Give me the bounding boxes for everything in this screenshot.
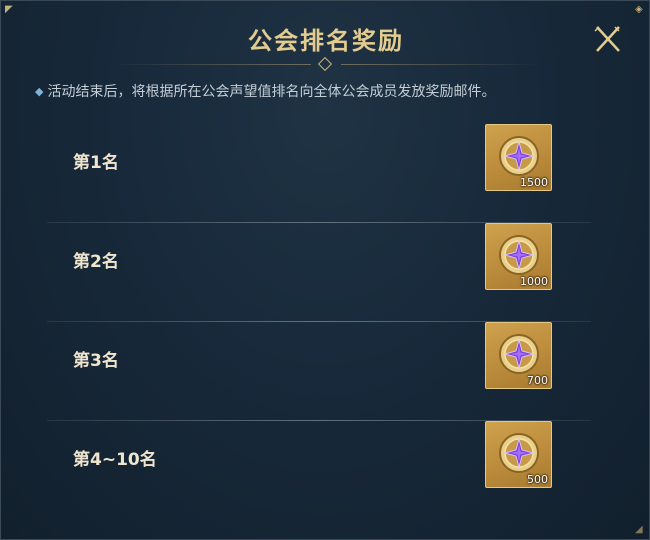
reward-row: 第2名 1000 [47,223,591,322]
purple-star-coin-icon [499,334,539,374]
guild-rank-reward-panel: ◤ ◈ ◢ 公会排名奖励 ◆ 活动结束后，将根据所在公会声望值排名向全体公会成员… [0,0,650,540]
info-diamond-icon: ◆ [35,84,44,98]
title-divider [341,64,541,65]
tip-text: 活动结束后，将根据所在公会声望值排名向全体公会成员发放奖励邮件。 [47,84,496,100]
reward-count: 1500 [520,176,548,189]
reward-row: 第3名 700 [47,322,591,421]
purple-star-coin-icon [499,235,539,275]
purple-star-coin-icon [499,433,539,473]
rank-label: 第1名 [73,153,119,173]
reward-row: 第4~10名 500 [47,421,591,520]
purple-star-coin-icon [499,136,539,176]
reward-item[interactable]: 1500 [485,124,552,191]
rank-label: 第2名 [73,252,119,272]
reward-item[interactable]: 1000 [485,223,552,290]
reward-item[interactable]: 500 [485,421,552,488]
reward-row: 第1名 1500 [47,124,591,223]
reward-count: 700 [527,374,548,387]
corner-ornament-icon: ◤ [5,4,13,15]
rank-label: 第3名 [73,351,119,371]
reward-count: 1000 [520,275,548,288]
title-divider [111,64,311,65]
reward-count: 500 [527,473,548,486]
info-tip: ◆ 活动结束后，将根据所在公会声望值排名向全体公会成员发放奖励邮件。 [35,81,495,101]
corner-ornament-icon: ◈ [635,4,643,15]
close-button[interactable] [589,21,625,57]
panel-title: 公会排名奖励 [248,27,404,55]
title-ornament-icon [317,56,333,72]
rank-label: 第4~10名 [73,450,157,470]
corner-ornament-icon: ◢ [635,524,643,535]
close-icon [594,26,620,52]
reward-item[interactable]: 700 [485,322,552,389]
